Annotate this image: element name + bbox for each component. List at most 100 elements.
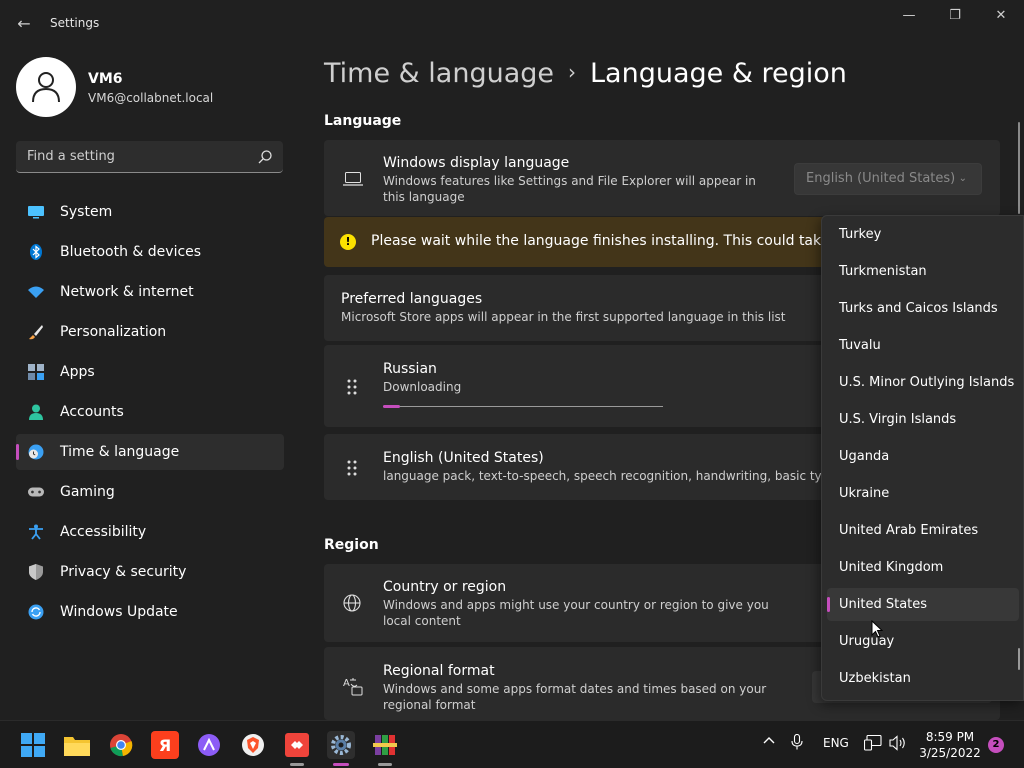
country-option-selected[interactable]: United States — [827, 588, 1019, 621]
user-profile[interactable]: VM6 VM6@collabnet.local — [16, 57, 286, 117]
network-icon[interactable] — [863, 734, 882, 754]
country-option[interactable]: Turkey — [827, 218, 1019, 251]
sidebar-item-label: Privacy & security — [60, 564, 187, 580]
country-option[interactable]: U.S. Minor Outlying Islands — [827, 366, 1019, 399]
back-arrow-icon[interactable]: ← — [12, 12, 36, 36]
search-input[interactable] — [16, 141, 246, 172]
sidebar-item-label: System — [60, 204, 113, 220]
sidebar-item-label: Bluetooth & devices — [60, 244, 202, 260]
wifi-icon — [28, 284, 44, 300]
active-indicator — [333, 763, 349, 766]
country-option[interactable]: Uganda — [827, 440, 1019, 473]
close-button[interactable]: ✕ — [978, 4, 1024, 28]
country-dropdown-list[interactable]: Turkey Turkmenistan Turks and Caicos Islan… — [821, 215, 1024, 701]
taskbar: Я ENG 8:59 PM 3/25/2022 2 — [0, 720, 1024, 768]
clock-date: 3/25/2022 — [919, 746, 981, 760]
sidebar-item-label: Network & internet — [60, 284, 194, 300]
sidebar-item-time-language[interactable]: Time & language — [16, 434, 284, 470]
title-bar: ← Settings — ❐ ✕ — [0, 0, 1024, 48]
sidebar-item-label: Accounts — [60, 404, 124, 420]
notification-badge[interactable]: 2 — [988, 737, 1004, 753]
chevron-right-icon: › — [568, 60, 577, 84]
region-section-title: Region — [324, 537, 379, 553]
country-option[interactable]: Uzbekistan — [827, 662, 1019, 695]
country-option[interactable]: Turks and Caicos Islands — [827, 292, 1019, 325]
country-option[interactable]: Tuvalu — [827, 329, 1019, 362]
sidebar-item-network[interactable]: Network & internet — [16, 274, 284, 310]
display-language-dropdown[interactable]: English (United States) ⌄ — [794, 163, 982, 195]
country-option[interactable]: United Arab Emirates — [827, 514, 1019, 547]
input-language-indicator[interactable]: ENG — [823, 736, 849, 750]
country-region-description: Windows and apps might use your country … — [383, 598, 769, 628]
profile-name: VM6 — [88, 71, 123, 87]
settings-icon[interactable] — [327, 731, 355, 759]
sidebar-item-label: Accessibility — [60, 524, 147, 540]
sidebar-item-label: Apps — [60, 364, 95, 380]
display-language-value: English (United States) — [806, 171, 956, 186]
chevron-up-icon[interactable] — [762, 734, 776, 751]
drag-handle-icon[interactable] — [346, 378, 358, 396]
sidebar-item-system[interactable]: System — [16, 194, 284, 230]
page-scrollbar[interactable] — [1018, 122, 1020, 214]
breadcrumb-parent[interactable]: Time & language — [324, 58, 554, 89]
sidebar-item-apps[interactable]: Apps — [16, 354, 284, 390]
sidebar-nav: System Bluetooth & devices Network & int… — [16, 194, 284, 634]
regional-format-description: Windows and some apps format dates and t… — [383, 682, 767, 712]
country-option[interactable]: United Kingdom — [827, 551, 1019, 584]
brush-icon — [28, 324, 44, 340]
download-progress-bar — [383, 405, 663, 408]
minimize-button[interactable]: — — [886, 4, 932, 28]
sidebar-item-label: Windows Update — [60, 604, 178, 620]
sidebar-item-accounts[interactable]: Accounts — [16, 394, 284, 430]
sidebar-item-label: Time & language — [60, 444, 180, 460]
language-name: English (United States) — [383, 450, 544, 466]
file-explorer-icon[interactable] — [63, 731, 91, 759]
search-icon[interactable] — [257, 149, 273, 165]
start-icon[interactable] — [19, 731, 47, 759]
svg-text:A: A — [343, 678, 350, 689]
update-icon — [28, 604, 44, 620]
sidebar-item-accessibility[interactable]: Accessibility — [16, 514, 284, 550]
language-section-title: Language — [324, 113, 402, 129]
anydesk-icon[interactable] — [283, 731, 311, 759]
chrome-icon[interactable] — [107, 731, 135, 759]
preferred-languages-description: Microsoft Store apps will appear in the … — [341, 310, 786, 324]
warning-icon: ! — [340, 234, 356, 250]
maximize-button[interactable]: ❐ — [932, 4, 978, 28]
microphone-icon[interactable] — [791, 733, 803, 753]
clock[interactable]: 8:59 PM 3/25/2022 — [918, 729, 982, 761]
clock-globe-icon — [28, 444, 44, 460]
display-language-title: Windows display language — [383, 155, 570, 171]
country-option[interactable]: Turkmenistan — [827, 255, 1019, 288]
running-indicator — [290, 763, 304, 766]
sidebar-item-windows-update[interactable]: Windows Update — [16, 594, 284, 630]
search-box[interactable] — [16, 141, 283, 173]
sidebar-item-privacy[interactable]: Privacy & security — [16, 554, 284, 590]
country-option[interactable]: Uruguay — [827, 625, 1019, 658]
chevron-down-icon: ⌄ — [958, 173, 967, 184]
winrar-icon[interactable] — [371, 731, 399, 759]
page-title: Language & region — [590, 58, 847, 89]
sidebar-item-gaming[interactable]: Gaming — [16, 474, 284, 510]
sidebar-item-personalization[interactable]: Personalization — [16, 314, 284, 350]
alice-icon[interactable] — [195, 731, 223, 759]
country-region-title: Country or region — [383, 579, 507, 595]
bluetooth-icon — [28, 244, 44, 260]
person-icon — [28, 404, 44, 420]
volume-icon[interactable] — [889, 735, 907, 754]
list-scrollbar[interactable] — [1018, 648, 1020, 670]
language-features: language pack, text-to-speech, speech re… — [383, 469, 848, 483]
profile-email: VM6@collabnet.local — [88, 91, 214, 105]
brave-icon[interactable] — [239, 731, 267, 759]
gamepad-icon — [28, 484, 44, 500]
country-option[interactable]: U.S. Virgin Islands — [827, 403, 1019, 436]
sidebar-item-bluetooth[interactable]: Bluetooth & devices — [16, 234, 284, 270]
apps-icon — [28, 364, 44, 380]
sidebar-item-label: Gaming — [60, 484, 115, 500]
display-language-description: Windows features like Settings and File … — [383, 174, 756, 204]
country-option[interactable]: Ukraine — [827, 477, 1019, 510]
clock-time: 8:59 PM — [925, 730, 975, 744]
drag-handle-icon[interactable] — [346, 459, 358, 477]
yandex-browser-icon[interactable]: Я — [151, 731, 179, 759]
avatar — [16, 57, 76, 117]
